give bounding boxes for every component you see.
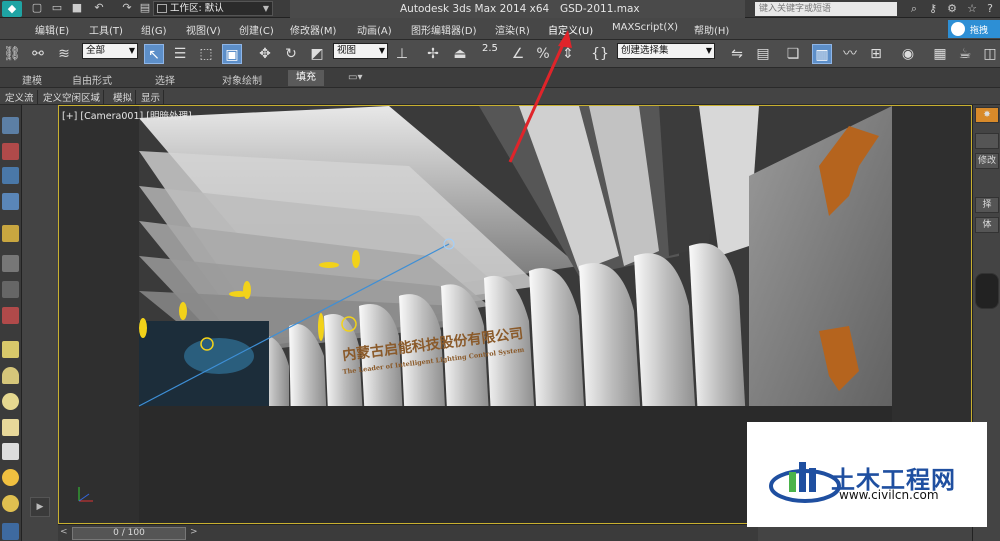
modifier-list-button[interactable]: 修改 <box>975 153 999 169</box>
brand-url: www.civilcn.com <box>839 488 939 502</box>
selection-rollout[interactable]: 择 <box>975 197 999 213</box>
sun-panel-icon[interactable]: ✸ <box>975 107 999 123</box>
viewport-label[interactable]: [+] [Camera001] [明暗处理] <box>62 108 192 122</box>
rollout-item[interactable]: 体 <box>975 217 999 233</box>
timeline-prev-icon[interactable]: < <box>60 527 70 537</box>
watermark: 土木工程网 www.civilcn.com <box>747 422 987 527</box>
timeline: < 0 / 100 > <box>58 524 758 541</box>
stack-toggle[interactable] <box>975 273 999 309</box>
name-field[interactable] <box>975 133 999 149</box>
timeline-next-icon[interactable]: > <box>190 527 200 537</box>
time-slider[interactable]: 0 / 100 <box>72 527 186 540</box>
